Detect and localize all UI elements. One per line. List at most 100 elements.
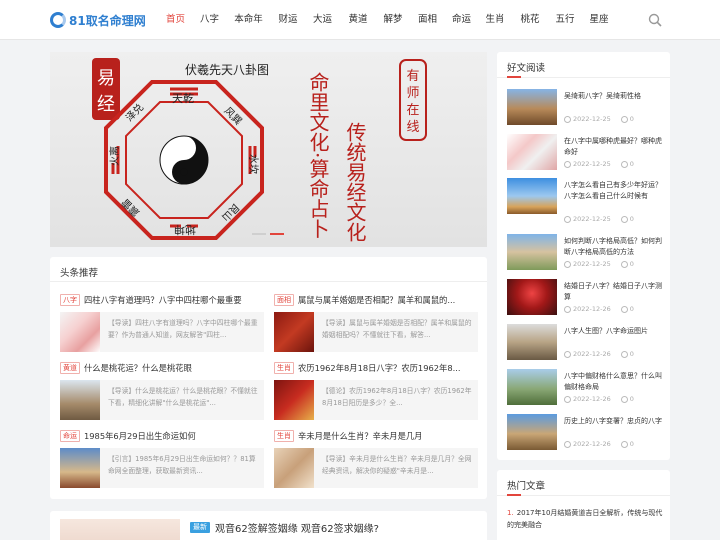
hot-articles-title: 热门文章: [507, 481, 546, 492]
title-underline: [507, 76, 521, 78]
nav-bazi[interactable]: 八字: [193, 0, 226, 40]
site-header: 81取名命理网 首页 八字 本命年 财运 大运 黄道 解梦 面相 命运 生肖 桃…: [0, 0, 720, 40]
comment-icon: [620, 215, 628, 223]
nav-dayun[interactable]: 大运: [305, 0, 340, 40]
side-article[interactable]: 如何判断八字格局高低？如何判断八字格局高低的方法 2022-12-25 0: [507, 234, 667, 272]
headline-thumbnail[interactable]: [274, 312, 314, 352]
side-article-title[interactable]: 八字怎么看自己有多少年好运？八字怎么看自己什么时候有: [564, 180, 666, 202]
left-seal-char: 经: [97, 94, 115, 115]
nav-wuxing[interactable]: 五行: [548, 0, 582, 40]
side-article[interactable]: 八字中偏财格什么意思？什么叫偏财格命局 2022-12-26 0: [507, 369, 667, 407]
nav-huangdao[interactable]: 黄道: [340, 0, 376, 40]
clock-icon: [564, 305, 571, 313]
side-article[interactable]: 八字人生图？八字命运图片 2022-12-26 0: [507, 324, 667, 362]
banner-dot-active[interactable]: [270, 233, 284, 235]
category-tag[interactable]: 八字: [60, 294, 80, 306]
headline-title[interactable]: 1985年6月29日出生命运如何: [84, 430, 264, 442]
side-article-meta: 2022-12-25 0: [564, 115, 634, 123]
side-article[interactable]: 吴绮莉八字？吴绮莉性格 2022-12-25 0: [507, 89, 667, 127]
headline-thumbnail[interactable]: [274, 448, 314, 488]
side-article-title[interactable]: 历史上的八字变署？忠贞的八字: [564, 416, 666, 427]
headline-title[interactable]: 辛未月是什么生肖？辛未月是几月: [298, 430, 478, 442]
side-article[interactable]: 历史上的八字变署？忠贞的八字 2022-12-26 0: [507, 414, 667, 452]
headline-title[interactable]: 属鼠与属羊婚姻是否相配？属羊和属鼠的...: [298, 294, 478, 306]
side-article-meta: 2022-12-25 0: [564, 215, 634, 223]
nav-mianxiang[interactable]: 面相: [410, 0, 445, 40]
headline-item[interactable]: 黄道 什么是桃花运？什么是桃花眼 【导读】什么是桃花运？什么是桃花眼？不懂就往下看…: [60, 361, 264, 423]
hot-article-item[interactable]: 1. 2017年10月结婚黄道吉日全解析，传统与现代的完美融合: [507, 507, 665, 531]
divider: [50, 281, 487, 282]
clock-icon: [564, 215, 571, 223]
side-thumbnail[interactable]: [507, 369, 557, 405]
side-thumbnail[interactable]: [507, 134, 557, 170]
headline-thumbnail[interactable]: [60, 312, 100, 352]
nav-home[interactable]: 首页: [158, 0, 193, 40]
headline-item[interactable]: 生肖 辛未月是什么生肖？辛未月是几月 【导读】辛未月是什么生肖？辛未月是几月？全网…: [274, 429, 478, 491]
headline-thumbnail[interactable]: [60, 448, 100, 488]
side-article-title[interactable]: 如何判断八字格局高低？如何判断八字格局高低的方法: [564, 236, 666, 258]
headline-summary: 【导读】四柱八字有道理吗？八字中四柱哪个最重要？作为普通人知道，网友解答"四柱.…: [108, 319, 258, 339]
search-icon[interactable]: [648, 13, 662, 27]
comment-icon: [620, 440, 628, 448]
nav-xingzuo[interactable]: 星座: [582, 0, 616, 40]
nav-jiemeng[interactable]: 解梦: [376, 0, 410, 40]
side-thumbnail[interactable]: [507, 89, 557, 125]
side-article-title[interactable]: 八字人生图？八字命运图片: [564, 326, 666, 337]
hot-articles-card: 热门文章 1. 2017年10月结婚黄道吉日全解析，传统与现代的完美融合: [497, 470, 670, 540]
comment-icon: [620, 260, 628, 268]
nav-taohua[interactable]: 桃花: [512, 0, 548, 40]
side-date: 2022-12-25: [573, 215, 611, 223]
headline-title[interactable]: 四柱八字有道理吗？八字中四柱哪个最重要: [84, 294, 264, 306]
nav-benmingnian[interactable]: 本命年: [226, 0, 271, 40]
side-article[interactable]: 在八字中属哪种虎最好？哪种虎命好 2022-12-25 0: [507, 134, 667, 172]
nav-caiyun[interactable]: 财运: [271, 0, 305, 40]
category-tag[interactable]: 命运: [60, 430, 80, 442]
headline-title[interactable]: 农历1962年8月18日八字？农历1962年8...: [298, 362, 478, 374]
right-seal-char: 师: [406, 86, 419, 101]
headline-item[interactable]: 命运 1985年6月29日出生命运如何 【引言】1985年6月29日出生命运如何？…: [60, 429, 264, 491]
side-thumbnail[interactable]: [507, 324, 557, 360]
category-tag[interactable]: 生肖: [274, 430, 294, 442]
side-thumbnail[interactable]: [507, 279, 557, 315]
divider: [497, 495, 670, 496]
headline-thumbnail[interactable]: [274, 380, 314, 420]
clock-icon: [564, 260, 571, 268]
hot-article-title[interactable]: 2017年10月结婚黄道吉日全解析，传统与现代的完美融合: [507, 509, 662, 529]
side-thumbnail[interactable]: [507, 234, 557, 270]
headline-item[interactable]: 面相 属鼠与属羊婚姻是否相配？属羊和属鼠的... 【导读】属鼠与属羊婚姻是否相配？…: [274, 293, 478, 355]
article-title[interactable]: 观音62签解签姻缘 观音62签求姻缘?: [215, 520, 379, 535]
side-article-title[interactable]: 结婚日子八字？结婚日子八字测算: [564, 281, 666, 303]
category-tag[interactable]: 生肖: [274, 362, 294, 374]
comment-icon: [620, 160, 628, 168]
right-seal-char: 有: [406, 69, 419, 84]
nav-shengxiao[interactable]: 生肖: [478, 0, 512, 40]
side-comments: 0: [629, 215, 634, 223]
category-tag[interactable]: 黄道: [60, 362, 80, 374]
headline-summary: 【导读】属鼠与属羊婚姻是否相配？属羊和属鼠的婚姻相配吗？不懂就往下看，解答...: [322, 319, 472, 339]
side-thumbnail[interactable]: [507, 178, 557, 214]
trigram-label: 火离: [108, 146, 121, 166]
side-article-meta: 2022-12-26 0: [564, 395, 634, 403]
divider: [497, 77, 670, 78]
site-logo[interactable]: 81取名命理网: [50, 9, 146, 31]
hero-banner[interactable]: 易 经 伏羲先天八卦图 天乾 风巽 水坎 艮山 地坤 震雷 火离 泽兑 有 师 …: [50, 52, 487, 247]
article-thumbnail[interactable]: [60, 519, 180, 540]
nav-mingyun[interactable]: 命运: [445, 0, 478, 40]
headline-thumbnail[interactable]: [60, 380, 100, 420]
side-article[interactable]: 八字怎么看自己有多少年好运？八字怎么看自己什么时候有 2022-12-25 0: [507, 178, 667, 223]
category-tag[interactable]: 面相: [274, 294, 294, 306]
side-article-meta: 2022-12-25 0: [564, 160, 634, 168]
headline-title[interactable]: 什么是桃花运？什么是桃花眼: [84, 362, 264, 374]
side-date: 2022-12-26: [573, 305, 611, 313]
banner-dot[interactable]: [252, 233, 266, 235]
clock-icon: [564, 115, 571, 123]
side-thumbnail[interactable]: [507, 414, 557, 450]
article-card[interactable]: 最新 观音62签解签姻缘 观音62签求姻缘?: [50, 511, 487, 540]
headline-item[interactable]: 八字 四柱八字有道理吗？八字中四柱哪个最重要 【导读】四柱八字有道理吗？八字中四柱…: [60, 293, 264, 355]
side-article-title[interactable]: 在八字中属哪种虎最好？哪种虎命好: [564, 136, 666, 158]
headline-item[interactable]: 生肖 农历1962年8月18日八字？农历1962年8... 【德论】农历1962年…: [274, 361, 478, 423]
side-article[interactable]: 结婚日子八字？结婚日子八字测算 2022-12-26 0: [507, 279, 667, 317]
side-article-title[interactable]: 吴绮莉八字？吴绮莉性格: [564, 91, 666, 102]
side-comments: 0: [629, 440, 634, 448]
side-article-title[interactable]: 八字中偏财格什么意思？什么叫偏财格命局: [564, 371, 666, 393]
